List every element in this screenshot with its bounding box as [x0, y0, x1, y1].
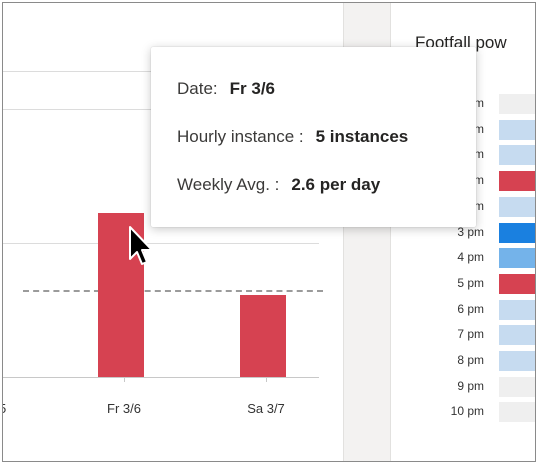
x-tick-label: Sa 3/7: [247, 401, 285, 416]
hour-label: 9 pm: [457, 378, 484, 393]
tooltip-hourly-value: 5 instances: [315, 127, 409, 146]
hour-cell[interactable]: [499, 196, 535, 217]
hour-label: 7 pm: [457, 327, 484, 342]
tooltip-date-key: Date:: [177, 79, 218, 98]
x-tick-label-partial: 5: [3, 401, 6, 416]
hour-cell[interactable]: [499, 222, 535, 243]
hour-label: 6 pm: [457, 301, 484, 316]
bar-sa-3-7[interactable]: [240, 295, 286, 377]
hour-cell[interactable]: [499, 273, 535, 294]
hour-row: 9 pm: [391, 376, 535, 397]
tooltip-weekly-key: Weekly Avg. :: [177, 175, 280, 194]
hour-row: 5 pm: [391, 273, 535, 294]
x-tick: [124, 377, 125, 382]
tooltip-hourly-key: Hourly instance :: [177, 127, 304, 146]
hour-label: 8 pm: [457, 353, 484, 367]
gridline: [3, 243, 319, 244]
hour-label: 10 pm: [450, 404, 484, 419]
hour-cell[interactable]: [499, 325, 535, 346]
tooltip-hourly-row: Hourly instance : 5 instances: [177, 127, 408, 147]
tooltip-date-value: Fr 3/6: [229, 79, 275, 98]
hour-cell[interactable]: [499, 171, 535, 192]
x-tick-label: Fr 3/6: [107, 401, 141, 416]
tooltip-date-row: Date: Fr 3/6: [177, 79, 275, 99]
x-axis-line: [3, 377, 319, 378]
tooltip-weekly-value: 2.6 per day: [291, 175, 381, 194]
hour-row: 7 pm: [391, 325, 535, 346]
hour-row: 4 pm: [391, 248, 535, 269]
hour-cell[interactable]: [499, 145, 535, 166]
hour-cell[interactable]: [499, 402, 535, 423]
hour-cell[interactable]: [499, 94, 535, 114]
hour-cell[interactable]: [499, 376, 535, 397]
report-frame: 5 Fr 3/6 Sa 3/7 Footfall pow pmmmmm3 pm4…: [2, 2, 536, 462]
hour-cell[interactable]: [499, 248, 535, 269]
hour-cell[interactable]: [499, 299, 535, 320]
hour-label: 4 pm: [457, 250, 484, 265]
hour-row: 10 pm: [391, 402, 535, 423]
mouse-pointer-icon: [129, 226, 153, 265]
hour-label: 5 pm: [457, 275, 484, 290]
hour-cell[interactable]: [499, 351, 535, 371]
hour-cell[interactable]: [499, 119, 535, 140]
hour-row: 6 pm: [391, 299, 535, 320]
tooltip-weekly-row: Weekly Avg. : 2.6 per day: [177, 175, 380, 195]
x-tick: [266, 377, 267, 382]
data-tooltip: Date: Fr 3/6 Hourly instance : 5 instances…: [151, 47, 476, 227]
hour-row: 8 pm: [391, 351, 535, 371]
weekly-avg-line: [23, 289, 323, 292]
